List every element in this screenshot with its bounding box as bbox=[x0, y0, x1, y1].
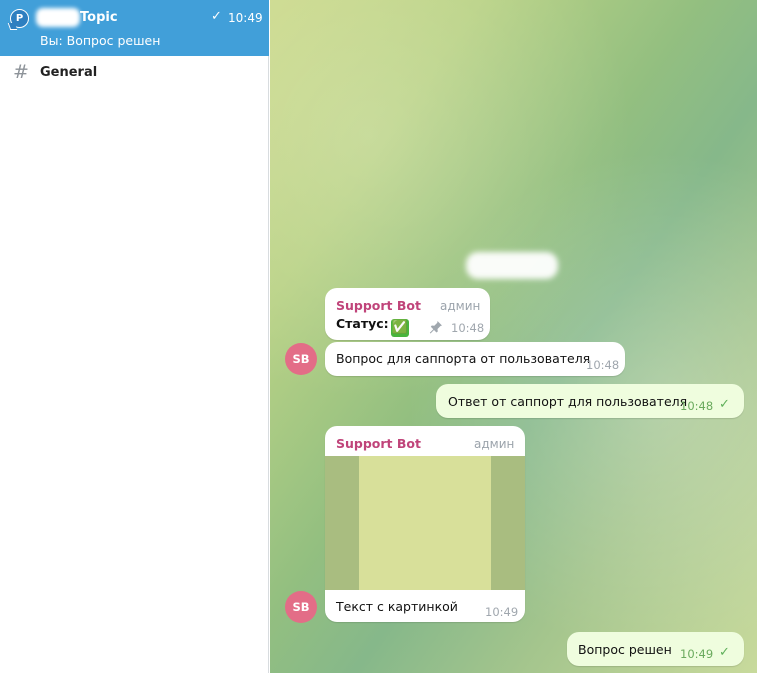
message-time: 10:49 bbox=[485, 605, 519, 619]
message-text: Вопрос для саппорта от пользователя bbox=[336, 351, 591, 366]
topic-time: 10:49 bbox=[228, 11, 263, 25]
support-bot-avatar[interactable]: SB bbox=[285, 343, 317, 375]
message-outgoing-answer[interactable]: Ответ от саппорт для пользователя 10:48 … bbox=[436, 384, 744, 418]
photo-right-region bbox=[491, 456, 525, 590]
message-time: 10:48 bbox=[680, 399, 714, 413]
support-bot-avatar[interactable]: SB bbox=[285, 591, 317, 623]
delivered-check-icon: ✓ bbox=[719, 645, 730, 660]
message-sender-name[interactable]: Support Bot bbox=[336, 298, 421, 313]
topic-list-item-general[interactable]: # General bbox=[0, 56, 269, 90]
message-sender-name[interactable]: Support Bot bbox=[336, 436, 421, 451]
photo-left-region bbox=[325, 456, 359, 590]
message-text: Статус: ✅ bbox=[336, 316, 409, 337]
topic-last-message: Вы: Вопрос решен bbox=[40, 33, 161, 48]
message-text: Вопрос решен bbox=[578, 642, 672, 657]
message-photo[interactable] bbox=[325, 456, 525, 590]
message-text: Текст с картинкой bbox=[336, 599, 458, 614]
message-with-image[interactable]: Support Bot админ Текст с картинкой 10:4… bbox=[325, 426, 525, 622]
message-time: 10:48 bbox=[586, 358, 620, 372]
read-check-icon: ✓ bbox=[211, 9, 222, 24]
chat-area[interactable]: Support Bot админ Статус: ✅ 10:48 SB Вопр… bbox=[270, 0, 757, 673]
topic-avatar-letter: P bbox=[15, 13, 24, 24]
hash-icon: # bbox=[13, 61, 29, 83]
blurred-topic-name bbox=[36, 8, 80, 27]
delivered-check-icon: ✓ bbox=[719, 397, 730, 412]
message-text: Ответ от саппорт для пользователя bbox=[448, 394, 688, 409]
topic-avatar: P bbox=[7, 9, 29, 30]
message-outgoing-resolved[interactable]: Вопрос решен 10:49 ✓ bbox=[567, 632, 744, 666]
topic-list-item-selected[interactable]: P Topic ✓ 10:49 Вы: Вопрос решен bbox=[0, 0, 269, 56]
general-topic-label: General bbox=[40, 65, 98, 80]
message-status[interactable]: Support Bot админ Статус: ✅ 10:48 bbox=[325, 288, 490, 340]
sender-role-badge: админ bbox=[474, 437, 515, 451]
blurred-date-badge bbox=[466, 252, 558, 279]
pin-icon bbox=[429, 320, 443, 337]
message-time: 10:48 bbox=[451, 321, 485, 335]
topics-sidebar: P Topic ✓ 10:49 Вы: Вопрос решен # Gener… bbox=[0, 0, 269, 673]
status-label: Статус: bbox=[336, 316, 389, 331]
message-question[interactable]: Вопрос для саппорта от пользователя 10:4… bbox=[325, 342, 625, 376]
check-mark-emoji: ✅ bbox=[390, 319, 409, 337]
topic-title: Topic bbox=[80, 10, 118, 25]
sender-role-badge: админ bbox=[440, 299, 481, 313]
speech-tail-icon bbox=[7, 23, 18, 30]
message-time: 10:49 bbox=[680, 647, 714, 661]
